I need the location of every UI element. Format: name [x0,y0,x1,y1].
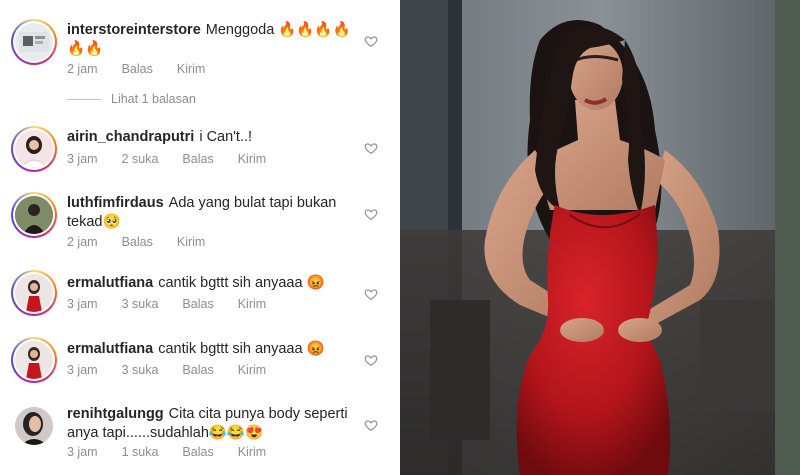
comment-meta: 3 jam 1 suka Balas Kirim [67,445,290,459]
like-heart-icon[interactable] [364,141,378,155]
person-avatar-icon [15,407,53,445]
comment-meta: 3 jam 3 suka Balas Kirim [67,297,290,311]
send-link[interactable]: Kirim [238,297,266,311]
avatar[interactable] [11,403,57,449]
avatar[interactable] [11,192,57,238]
avatar[interactable] [11,337,57,383]
comment-body: i Can't..! [199,129,253,145]
avatar[interactable] [11,270,57,316]
reply-link[interactable]: Balas [182,445,213,459]
reply-link[interactable]: Balas [122,62,153,76]
comment-body: cantik bgttt sih anyaaa 😡 [158,275,325,291]
like-heart-icon[interactable] [364,418,378,432]
view-replies-label[interactable]: Lihat 1 balasan [111,92,196,106]
post-photo [400,0,800,475]
woman-red-dress-photo [400,0,800,475]
comment-username[interactable]: renihtgalungg [67,406,164,422]
send-link[interactable]: Kirim [238,152,266,166]
comment-username[interactable]: interstoreinterstore [67,22,201,38]
reply-link[interactable]: Balas [182,297,213,311]
comment-username[interactable]: ermalutfiana [67,341,153,357]
likes-count[interactable]: 2 suka [122,152,159,166]
comment-time: 2 jam [67,235,98,249]
reply-link[interactable]: Balas [122,235,153,249]
person-avatar-icon [26,280,42,312]
store-logo-icon [19,32,49,52]
comment-time: 3 jam [67,445,98,459]
comments-panel: interstoreinterstore Menggoda 🔥🔥🔥🔥🔥🔥 2 ja… [0,0,400,475]
comment-username[interactable]: airin_chandraputri [67,129,194,145]
comment-text: ermalutfiana cantik bgttt sih anyaaa 😡 [67,340,352,359]
person-avatar-icon [15,196,53,234]
send-link[interactable]: Kirim [177,235,205,249]
comment-text: airin_chandraputri i Can't..! [67,128,352,147]
view-replies-link[interactable]: Lihat 1 balasan [67,92,196,106]
like-heart-icon[interactable] [364,287,378,301]
comment-time: 2 jam [67,62,98,76]
comment-body: cantik bgttt sih anyaaa 😡 [158,341,325,357]
person-avatar-icon [26,347,42,379]
comment-meta: 3 jam 3 suka Balas Kirim [67,363,290,377]
like-heart-icon[interactable] [364,34,378,48]
reply-link[interactable]: Balas [182,152,213,166]
comment-time: 3 jam [67,363,98,377]
avatar[interactable] [11,19,57,65]
comment-meta: 2 jam Balas Kirim [67,62,229,76]
comment-text: renihtgalungg Cita cita punya body sepert… [67,405,352,443]
avatar[interactable] [11,126,57,172]
comment-meta: 3 jam 2 suka Balas Kirim [67,152,290,166]
comment-username[interactable]: ermalutfiana [67,275,153,291]
likes-count[interactable]: 3 suka [122,297,159,311]
send-link[interactable]: Kirim [238,363,266,377]
comment-text: interstoreinterstore Menggoda 🔥🔥🔥🔥🔥🔥 [67,21,352,59]
reply-link[interactable]: Balas [182,363,213,377]
send-link[interactable]: Kirim [238,445,266,459]
comment-time: 3 jam [67,297,98,311]
person-avatar-icon [20,136,48,168]
comment-username[interactable]: luthfimfirdaus [67,195,164,211]
like-heart-icon[interactable] [364,353,378,367]
comment-meta: 2 jam Balas Kirim [67,235,229,249]
replies-divider [67,98,101,100]
send-link[interactable]: Kirim [177,62,205,76]
comment-text: luthfimfirdaus Ada yang bulat tapi bukan … [67,194,352,232]
likes-count[interactable]: 1 suka [122,445,159,459]
like-heart-icon[interactable] [364,207,378,221]
comment-time: 3 jam [67,152,98,166]
comment-text: ermalutfiana cantik bgttt sih anyaaa 😡 [67,274,352,293]
likes-count[interactable]: 3 suka [122,363,159,377]
